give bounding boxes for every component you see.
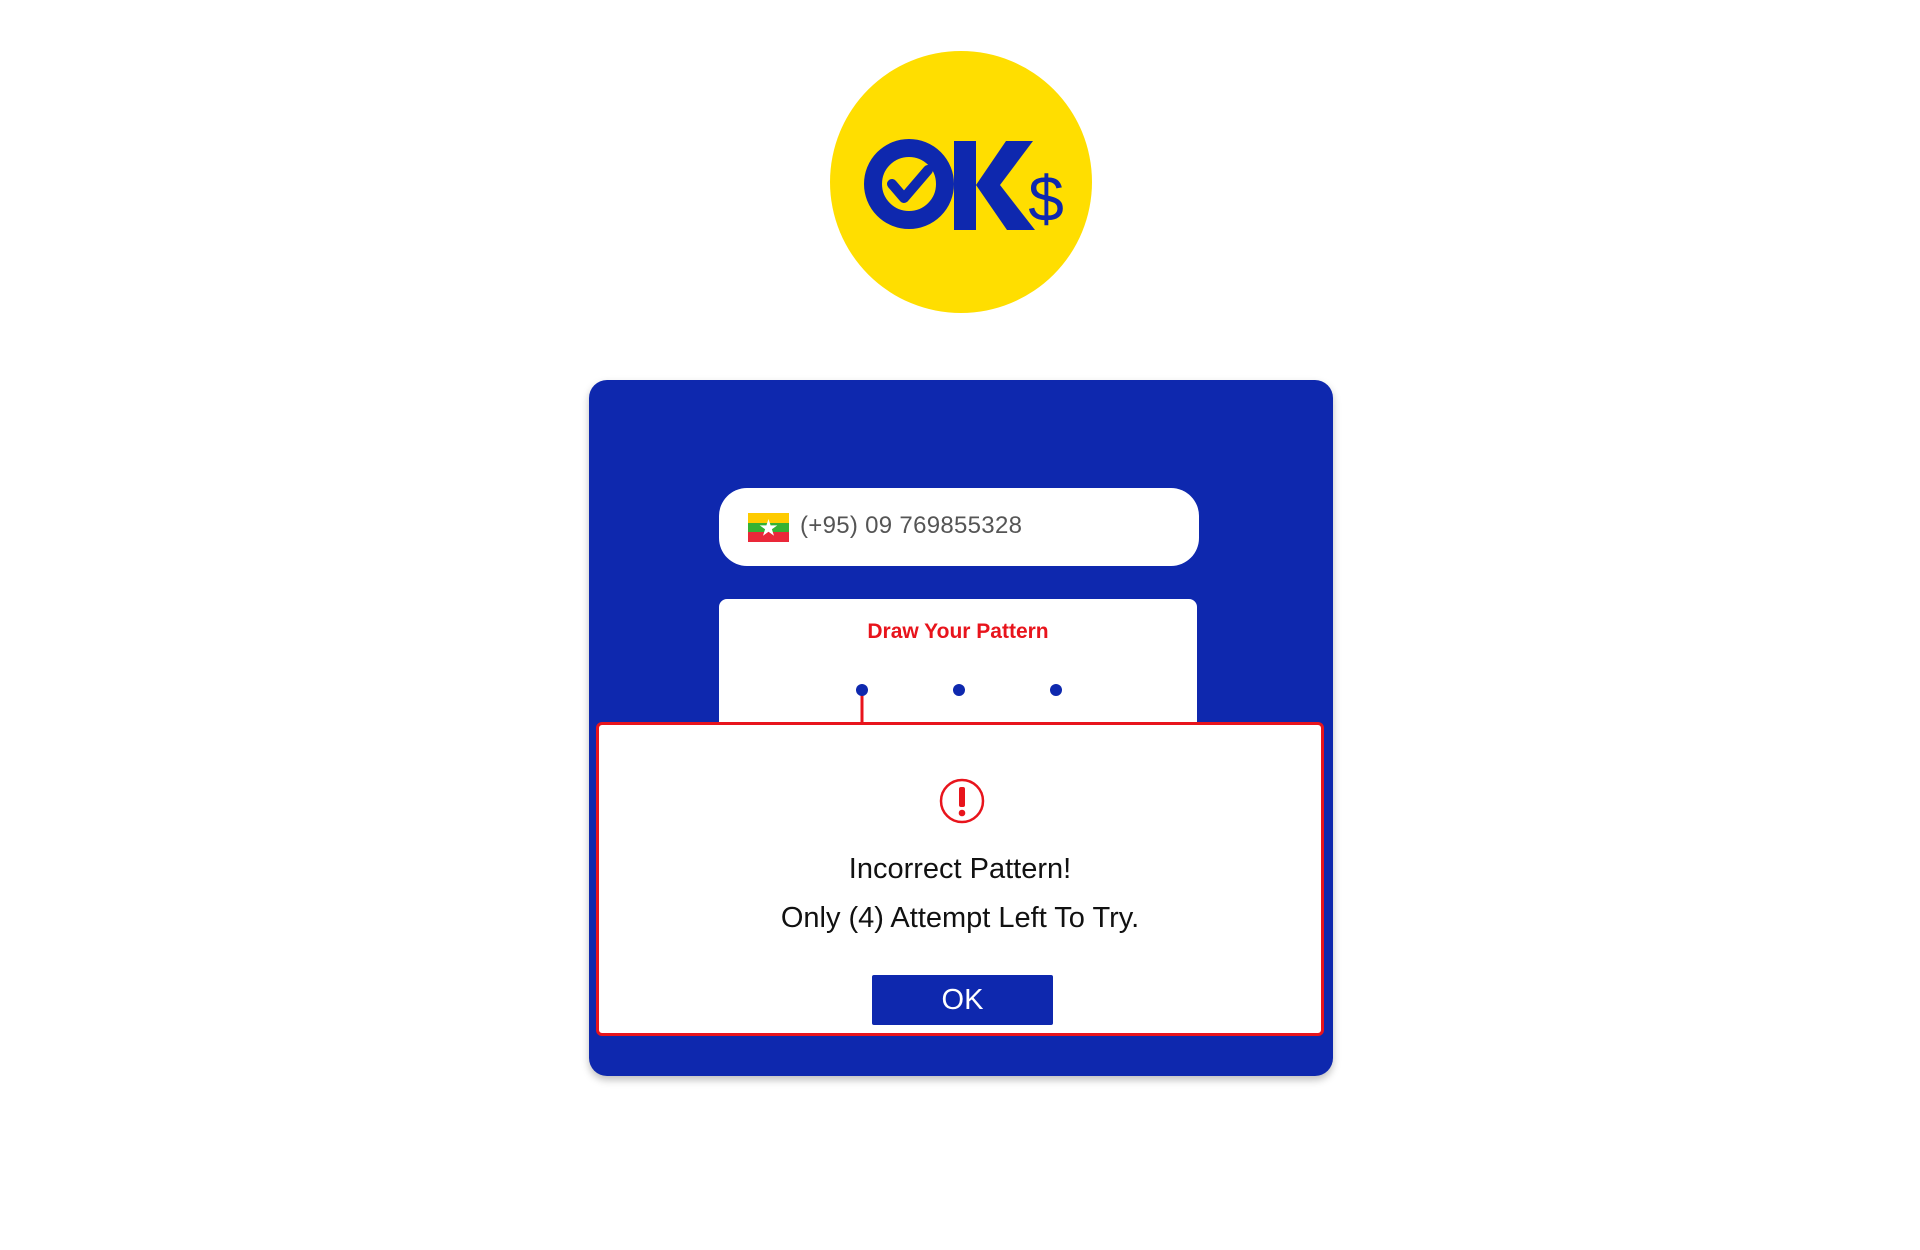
phone-number-value: (+95) 09 769855328 [800, 512, 1023, 539]
ok-button[interactable]: OK [872, 975, 1053, 1025]
myanmar-flag-icon [748, 513, 789, 542]
phone-number-field[interactable]: (+95) 09 769855328 [719, 488, 1199, 566]
pattern-dot-2[interactable] [953, 684, 965, 696]
alert-icon [939, 778, 985, 824]
pattern-dot-3[interactable] [1050, 684, 1062, 696]
ok-dollar-logo-mark: $ [864, 139, 1064, 235]
incorrect-pattern-dialog: Incorrect Pattern! Only (4) Attempt Left… [596, 722, 1324, 1036]
ok-dollar-logo: $ [830, 51, 1092, 313]
dialog-message: Only (4) Attempt Left To Try. [780, 902, 1140, 934]
dialog-title: Incorrect Pattern! [848, 853, 1072, 885]
svg-text:$: $ [1028, 163, 1064, 235]
pattern-dot-1[interactable] [856, 684, 868, 696]
